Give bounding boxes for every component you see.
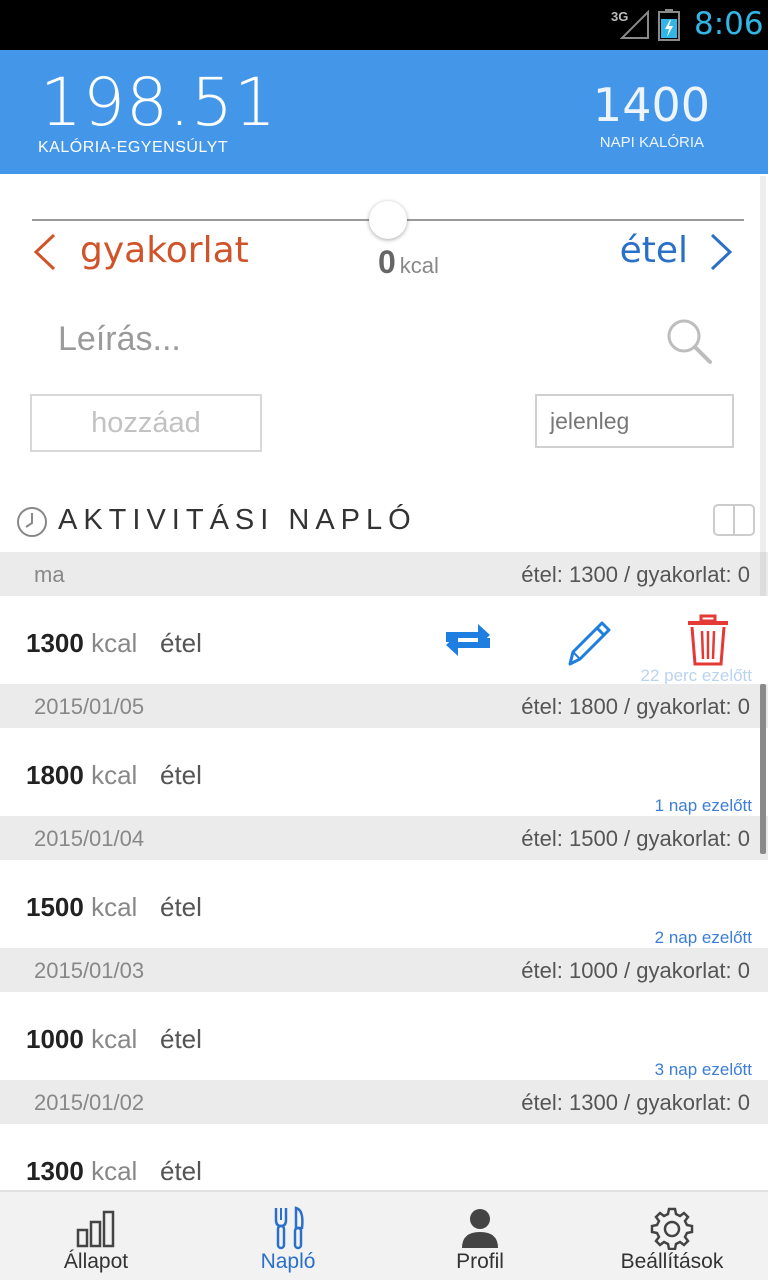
entry-type: étel <box>160 1156 202 1186</box>
bottom-navigation: Állapot Napló Profil Beállítások <box>0 1190 768 1280</box>
entry-unit: kcal <box>91 892 138 922</box>
clock-time: 8:06 <box>694 6 764 42</box>
nav-label: Állapot <box>63 1250 129 1273</box>
entry-amount: 1800 <box>26 760 84 790</box>
nav-label: Beállítások <box>620 1250 724 1273</box>
entry-type: étel <box>160 760 202 790</box>
day-header: 2015/01/03 étel: 1000 / gyakorlat: 0 <box>0 948 768 992</box>
day-date: 2015/01/03 <box>34 958 145 983</box>
calorie-header: 198.51 KALÓRIA-EGYENSÚLYT 1400 NAPI KALÓ… <box>0 50 768 174</box>
trash-icon[interactable] <box>686 614 730 666</box>
scrollbar-track <box>760 176 766 596</box>
description-input[interactable] <box>58 314 618 364</box>
day-header: 2015/01/02 étel: 1300 / gyakorlat: 0 <box>0 1080 768 1124</box>
activity-log-title: AKTIVITÁSI NAPLÓ <box>58 504 417 536</box>
time-field[interactable]: jelenleg <box>535 394 734 448</box>
activity-log-header: AKTIVITÁSI NAPLÓ <box>0 498 768 550</box>
day-header: 2015/01/04 étel: 1500 / gyakorlat: 0 <box>0 816 768 860</box>
bar-chart-icon <box>76 1210 115 1248</box>
search-icon[interactable] <box>664 316 714 366</box>
day-summary: étel: 1300 / gyakorlat: 0 <box>521 1090 750 1115</box>
entry-amount-group: 1000 kcal <box>26 1024 137 1055</box>
day-summary: étel: 1500 / gyakorlat: 0 <box>521 826 750 851</box>
day-summary: étel: 1800 / gyakorlat: 0 <box>521 694 750 719</box>
entry-amount-group: 1500 kcal <box>26 892 137 923</box>
repeat-icon[interactable] <box>440 620 496 660</box>
clock-icon <box>17 507 47 537</box>
daily-calorie-value[interactable]: 1400 <box>593 80 710 130</box>
log-entry[interactable]: 1800 kcal étel 1 nap ezelőtt <box>0 728 768 816</box>
entry-time-ago: 22 perc ezelőtt <box>640 666 752 685</box>
entry-type: étel <box>160 892 202 922</box>
nav-item-status[interactable]: Állapot <box>0 1192 192 1280</box>
exercise-mode-label[interactable]: gyakorlat <box>80 230 249 271</box>
gear-icon <box>650 1207 694 1250</box>
chevron-left-icon[interactable] <box>30 232 62 272</box>
day-header: 2015/01/05 étel: 1800 / gyakorlat: 0 <box>0 684 768 728</box>
entry-type: étel <box>160 628 202 658</box>
kcal-readout: 0 kcal <box>378 244 439 281</box>
entry-amount: 1300 <box>26 1156 84 1186</box>
add-button[interactable]: hozzáad <box>30 394 262 452</box>
entry-amount-group: 1300 kcal <box>26 1156 137 1187</box>
entry-unit: kcal <box>91 628 138 658</box>
day-date: 2015/01/04 <box>34 826 145 851</box>
day-date: ma <box>34 562 65 587</box>
nav-item-log[interactable]: Napló <box>192 1192 384 1280</box>
entry-amount-group: 1800 kcal <box>26 760 137 791</box>
chevron-right-icon[interactable] <box>704 232 736 272</box>
scrollbar-thumb[interactable] <box>760 684 766 854</box>
nav-label: Napló <box>260 1250 316 1273</box>
entry-time-ago: 2 nap ezelőtt <box>654 928 752 947</box>
day-summary: étel: 1300 / gyakorlat: 0 <box>521 562 750 587</box>
book-icon[interactable] <box>712 502 756 538</box>
day-summary: étel: 1000 / gyakorlat: 0 <box>521 958 750 983</box>
entry-unit: kcal <box>91 1024 138 1054</box>
day-date: 2015/01/02 <box>34 1090 145 1115</box>
food-mode-label[interactable]: étel <box>620 230 688 271</box>
nav-label: Profil <box>456 1250 504 1273</box>
entry-type: étel <box>160 1024 202 1054</box>
fork-knife-icon <box>274 1206 304 1250</box>
nav-item-profile[interactable]: Profil <box>384 1192 576 1280</box>
nav-item-settings[interactable]: Beállítások <box>576 1192 768 1280</box>
entry-amount-group: 1300 kcal <box>26 628 137 659</box>
entry-unit: kcal <box>91 1156 138 1186</box>
status-bar: 3G 8:06 <box>0 0 768 50</box>
entry-time-ago: 1 nap ezelőtt <box>654 796 752 815</box>
log-entry[interactable]: 1000 kcal étel 3 nap ezelőtt <box>0 992 768 1080</box>
person-icon <box>462 1209 498 1248</box>
entry-amount: 1300 <box>26 628 84 658</box>
calorie-balance-label: KALÓRIA-EGYENSÚLYT <box>38 139 229 156</box>
entry-time-ago: 3 nap ezelőtt <box>654 1060 752 1079</box>
calorie-balance-value: 198.51 <box>40 64 277 141</box>
pencil-icon[interactable] <box>560 614 616 670</box>
day-date: 2015/01/05 <box>34 694 145 719</box>
signal-icon <box>620 10 649 39</box>
log-entry[interactable]: 1500 kcal étel 2 nap ezelőtt <box>0 860 768 948</box>
day-header: ma étel: 1300 / gyakorlat: 0 <box>0 552 768 596</box>
entry-amount: 1000 <box>26 1024 84 1054</box>
log-entry[interactable]: 1300 kcal étel 22 perc ezelőtt <box>0 596 768 685</box>
kcal-value: 0 <box>378 244 396 280</box>
kcal-unit: kcal <box>399 253 439 278</box>
battery-icon <box>658 9 680 41</box>
log-entry[interactable]: 1300 kcal étel <box>0 1124 768 1190</box>
daily-calorie-label: NAPI KALÓRIA <box>599 134 704 151</box>
entry-unit: kcal <box>91 760 138 790</box>
calorie-slider-thumb[interactable] <box>369 201 407 239</box>
entry-amount: 1500 <box>26 892 84 922</box>
